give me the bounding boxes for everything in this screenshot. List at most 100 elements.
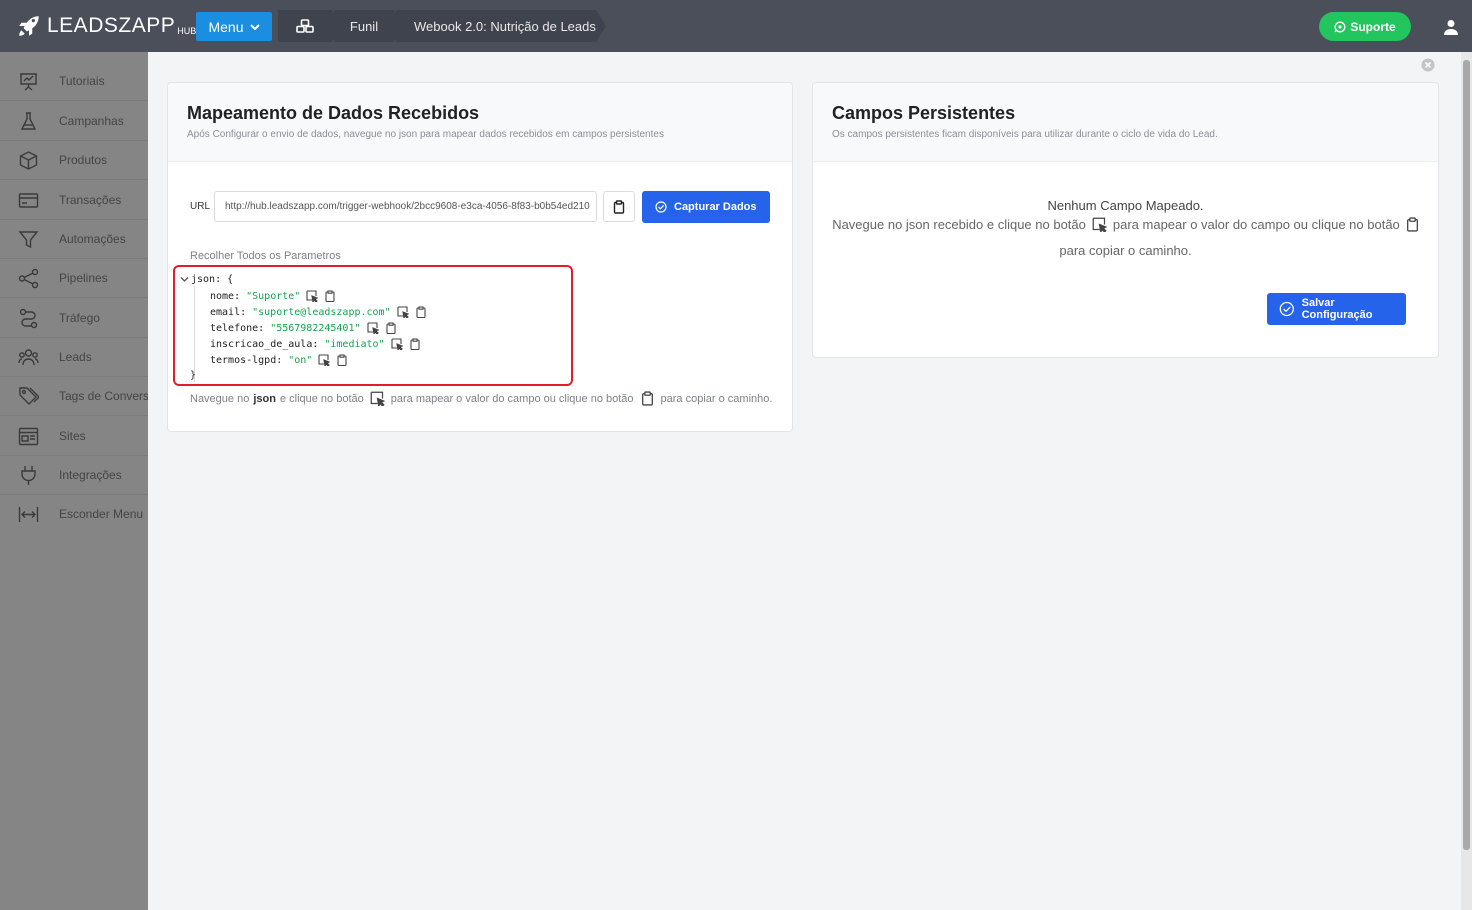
- sidebar-item-label: Campanhas: [59, 114, 124, 128]
- sidebar-item-tags-de-conversao[interactable]: Tags de Conversão: [0, 377, 148, 416]
- save-configuration-button[interactable]: Salvar Configuração: [1267, 293, 1406, 325]
- breadcrumb: Funil Webook 2.0: Nutrição de Leads: [278, 10, 606, 42]
- sidebar-item-campanhas[interactable]: Campanhas: [0, 102, 148, 141]
- json-key: inscricao_de_aula:: [210, 338, 319, 350]
- persistent-card-header: Campos Persistentes Os campos persistent…: [813, 83, 1438, 162]
- sidebar-item-esconder-menu[interactable]: Esconder Menu: [0, 495, 148, 534]
- sidebar-item-trafego[interactable]: Tráfego: [0, 299, 148, 338]
- sidebar-item-leads[interactable]: Leads: [0, 338, 148, 377]
- tags-icon: [19, 387, 39, 405]
- sidebar-item-integracoes[interactable]: Integrações: [0, 456, 148, 495]
- help-mid1: e clique no botão: [279, 392, 364, 405]
- json-value: "imediato": [324, 338, 385, 350]
- copy-path-icon[interactable]: [415, 306, 427, 318]
- collapse-icon: [18, 507, 39, 522]
- map-field-icon[interactable]: [306, 290, 319, 302]
- breadcrumb-current: Webook 2.0: Nutrição de Leads: [396, 10, 606, 42]
- map-field-icon[interactable]: [366, 322, 379, 334]
- mapping-title: Mapeamento de Dados Recebidos: [187, 103, 480, 123]
- mapping-card: Mapeamento de Dados Recebidos Após Confi…: [167, 82, 793, 432]
- clipboard-icon: [641, 391, 653, 406]
- scrollbar-thumb[interactable]: [1463, 60, 1470, 850]
- plug-icon: [21, 466, 36, 485]
- json-value: "on": [288, 354, 313, 366]
- top-bar: LEADSZAPP HUB Menu Funil Webook 2.0: Nut…: [0, 0, 1472, 52]
- sidebar-item-automacoes[interactable]: Automações: [0, 220, 148, 259]
- copy-path-icon[interactable]: [409, 338, 421, 350]
- empty-part2: para mapear o valor do campo ou clique n…: [1112, 217, 1400, 232]
- sidebar-item-label: Tráfego: [59, 311, 100, 325]
- json-field-row: telefone: "5567982245401": [210, 322, 397, 334]
- json-indent-guide: [194, 286, 195, 382]
- map-field-icon: [1092, 217, 1107, 232]
- breadcrumb-funil[interactable]: Funil: [334, 10, 404, 42]
- json-close-brace: }: [190, 370, 197, 381]
- sidebar-item-label: Tutoriais: [59, 74, 105, 88]
- help-prefix: Navegue no: [190, 392, 250, 405]
- persistent-subtitle: Os campos persistentes ficam disponíveis…: [832, 129, 1218, 140]
- sidebar-item-label: Pipelines: [59, 271, 108, 285]
- map-field-icon[interactable]: [318, 354, 331, 366]
- json-field-row: inscricao_de_aula: "imediato": [210, 338, 421, 350]
- close-icon[interactable]: [1421, 58, 1435, 72]
- json-key: termos-lgpd:: [210, 354, 283, 366]
- support-button-label: Suporte: [1350, 19, 1396, 34]
- box-icon: [19, 151, 38, 170]
- url-label: URL: [190, 201, 211, 212]
- save-configuration-label: Salvar Configuração: [1301, 297, 1373, 321]
- json-root-row[interactable]: json: {: [180, 274, 233, 285]
- rocket-icon: [19, 16, 39, 36]
- json-field-row: termos-lgpd: "on": [210, 354, 348, 366]
- menu-button-label: Menu: [208, 18, 244, 35]
- collapse-all-link[interactable]: Recolher Todos os Parametros: [190, 250, 341, 262]
- user-icon[interactable]: [1443, 19, 1459, 35]
- json-value: "Suporte": [246, 290, 301, 302]
- route-icon: [19, 308, 38, 329]
- json-key: email:: [210, 306, 247, 318]
- map-field-icon[interactable]: [391, 338, 403, 350]
- json-value: "5567982245401": [270, 322, 361, 334]
- empty-part1: Navegue no json recebido e clique no bot…: [832, 217, 1086, 232]
- sidebar-item-label: Integrações: [59, 468, 122, 482]
- capture-data-label: Capturar Dados: [674, 201, 757, 213]
- filter-icon: [18, 231, 39, 249]
- mapping-help-text: Navegue no json e clique no botão para m…: [190, 391, 772, 406]
- logo-subtext: HUB: [177, 26, 197, 36]
- sidebar-item-sites[interactable]: Sites: [0, 417, 148, 456]
- capture-data-button[interactable]: Capturar Dados: [642, 191, 770, 223]
- help-json: json: [253, 392, 276, 405]
- sidebar-item-transacoes[interactable]: Transações: [0, 181, 148, 220]
- credit-card-icon: [18, 193, 39, 208]
- presentation-icon: [20, 73, 37, 91]
- support-button[interactable]: Suporte: [1319, 12, 1411, 41]
- breadcrumb-home[interactable]: [278, 10, 342, 42]
- chevron-down-icon: [180, 277, 189, 282]
- webhook-url-input[interactable]: http://hub.leadszapp.com/trigger-webhook…: [214, 191, 597, 222]
- check-circle-icon: [1279, 301, 1294, 317]
- menu-button[interactable]: Menu: [196, 12, 272, 41]
- logo[interactable]: LEADSZAPP HUB: [16, 13, 196, 39]
- window-icon: [18, 427, 39, 446]
- json-key: telefone:: [210, 322, 265, 334]
- copy-path-icon[interactable]: [336, 354, 348, 366]
- main-content: Mapeamento de Dados Recebidos Após Confi…: [148, 52, 1461, 910]
- copy-url-button[interactable]: [603, 191, 635, 222]
- sidebar-item-produtos[interactable]: Produtos: [0, 141, 148, 180]
- sidebar-item-pipelines[interactable]: Pipelines: [0, 259, 148, 298]
- sidebar-item-tutoriais[interactable]: Tutoriais: [0, 62, 148, 101]
- sidebar-item-label: Produtos: [59, 153, 108, 167]
- map-field-icon[interactable]: [397, 306, 409, 318]
- clipboard-icon: [1406, 217, 1418, 232]
- help-mid2: para mapear o valor do campo ou clique n…: [390, 392, 634, 405]
- sidebar-item-label: Esconder Menu: [59, 507, 144, 521]
- json-value: "suporte@leadszapp.com": [252, 306, 391, 318]
- copy-path-icon[interactable]: [324, 290, 336, 302]
- json-close-row: }: [190, 370, 196, 381]
- empty-part3: para copiar o caminho.: [1059, 243, 1192, 258]
- json-key: nome:: [210, 290, 241, 302]
- sidebar-item-label: Tags de Conversão: [59, 389, 148, 403]
- copy-path-icon[interactable]: [385, 322, 397, 334]
- mapping-card-header: Mapeamento de Dados Recebidos Após Confi…: [168, 83, 792, 162]
- empty-state-title: Nenhum Campo Mapeado.: [1047, 198, 1204, 213]
- share-icon: [18, 268, 39, 289]
